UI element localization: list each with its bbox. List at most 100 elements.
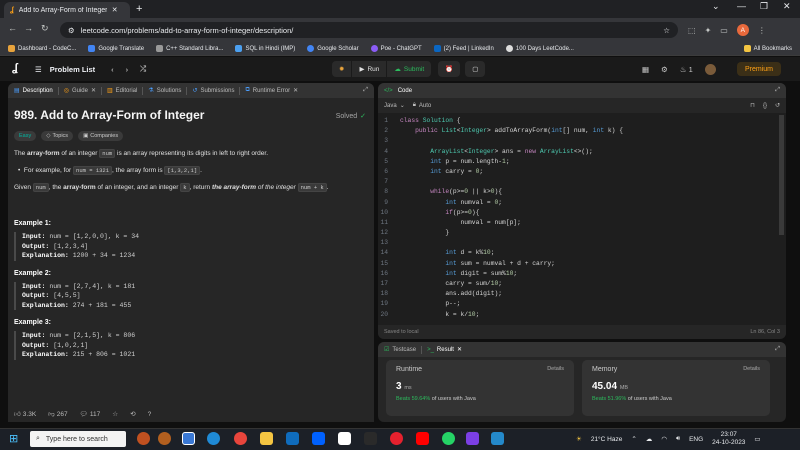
close-window-icon[interactable]: ✕ xyxy=(783,1,791,12)
dislike-button[interactable]: 👎︎ 267 xyxy=(48,410,67,419)
expand-icon[interactable]: ⤢ xyxy=(775,87,780,94)
expand-icon[interactable]: ⤢ xyxy=(775,346,780,353)
auto-toggle[interactable]: 🔒︎ Auto xyxy=(413,102,432,109)
runtime-card[interactable]: Runtime Details 3 ms Beats 59.64% of user… xyxy=(386,360,574,416)
topics-tag[interactable]: ◇ Topics xyxy=(41,131,74,141)
chevron-up-icon[interactable]: ⌃ xyxy=(631,435,636,443)
all-bookmarks[interactable]: All Bookmarks xyxy=(743,45,792,52)
bookmark-icon[interactable]: ⊓ xyxy=(750,102,755,109)
tab-result[interactable]: >_ Result ✕ xyxy=(427,346,462,354)
like-button[interactable]: 👍︎ 3.3K xyxy=(14,410,36,419)
premium-button[interactable]: Premium xyxy=(737,62,781,76)
code-editor[interactable]: 1 class Solution {2 public List<Integer> … xyxy=(378,113,786,325)
comments-button[interactable]: 💬︎ 117 xyxy=(80,410,101,419)
minimize-icon[interactable]: — xyxy=(737,1,746,11)
file-explorer-icon[interactable] xyxy=(260,432,273,445)
vscode-icon[interactable] xyxy=(491,432,504,445)
whatsapp-icon[interactable] xyxy=(442,432,455,445)
opera-icon[interactable] xyxy=(390,432,403,445)
weather-text[interactable]: 21°C Haze xyxy=(591,436,623,443)
runtime-details-link[interactable]: Details xyxy=(547,366,564,373)
profile-avatar[interactable]: A xyxy=(736,24,749,36)
share-icon[interactable]: ⟲ xyxy=(130,410,135,418)
back-icon[interactable]: ← xyxy=(8,23,17,33)
close-icon[interactable]: ✕ xyxy=(293,87,298,94)
tab-editorial[interactable]: ▥ Editorial xyxy=(107,87,137,95)
tab-solutions[interactable]: ⚗ Solutions xyxy=(148,87,181,95)
bookmark-item[interactable]: (2) Feed | LinkedIn xyxy=(433,45,494,52)
reset-icon[interactable]: ↺ xyxy=(775,102,780,109)
list-icon[interactable]: ☰ xyxy=(35,65,42,74)
shuffle-icon[interactable]: ⤮ xyxy=(140,64,146,74)
site-info-icon[interactable]: ⚙ xyxy=(68,26,75,35)
settings-icon[interactable]: ⚙ xyxy=(661,65,668,74)
run-button[interactable]: ▶ Run xyxy=(352,61,387,77)
prev-problem-icon[interactable]: ‹ xyxy=(111,65,114,74)
notifications-icon[interactable]: ▭ xyxy=(754,435,760,443)
language-indicator[interactable]: ENG xyxy=(689,436,703,443)
bookmark-item[interactable]: Poe - ChatGPT xyxy=(370,45,422,52)
braces-icon[interactable]: {} xyxy=(763,103,767,109)
reload-icon[interactable]: ↻ xyxy=(41,23,49,34)
tab-guide[interactable]: ◎ Guide ✕ xyxy=(64,87,96,95)
streak-counter[interactable]: ♨ 1 xyxy=(680,65,693,74)
app-icon[interactable] xyxy=(137,432,150,445)
extensions-puzzle-icon[interactable]: ✦ xyxy=(705,26,712,35)
new-tab-icon[interactable]: + xyxy=(136,3,142,15)
tab-runtime-error[interactable]: ⧉ Runtime Error ✕ xyxy=(245,87,298,94)
memory-card[interactable]: Memory Details 45.04 MB Beats 51.96% of u… xyxy=(582,360,770,416)
mail-icon[interactable] xyxy=(286,432,299,445)
language-select[interactable]: Java ⌄ xyxy=(384,102,405,110)
edge-icon[interactable] xyxy=(207,432,220,445)
bookmark-item[interactable]: 100 Days LeetCode... xyxy=(505,45,574,52)
tab-search-icon[interactable]: ⌄ xyxy=(712,1,720,12)
onedrive-icon[interactable]: ☁ xyxy=(646,435,653,443)
ide-icon[interactable] xyxy=(466,432,479,445)
user-avatar[interactable] xyxy=(704,63,716,75)
next-problem-icon[interactable]: › xyxy=(126,65,129,74)
extension-icon[interactable]: ⬚ xyxy=(688,26,696,35)
layout-icon[interactable]: ▦ xyxy=(642,65,649,74)
taskbar-search[interactable]: ⌕ Type here to search xyxy=(30,431,126,447)
amazon-icon[interactable] xyxy=(338,432,351,445)
app-icon[interactable] xyxy=(158,432,171,445)
bookmark-item[interactable]: Google Translate xyxy=(88,45,144,52)
chrome-icon[interactable] xyxy=(234,432,247,445)
submit-button[interactable]: ☁ Submit xyxy=(387,61,432,77)
wifi-icon[interactable]: ◠ xyxy=(661,435,667,443)
task-view-icon[interactable] xyxy=(182,432,195,445)
sidepanel-icon[interactable]: ▭ xyxy=(720,26,728,35)
debug-button[interactable]: ✹ xyxy=(332,61,352,77)
close-tab-icon[interactable]: ✕ xyxy=(112,6,118,14)
youtube-icon[interactable] xyxy=(416,432,429,445)
bookmark-item[interactable]: C++ Standard Libra... xyxy=(156,45,223,52)
expand-icon[interactable]: ⤢ xyxy=(363,87,368,94)
close-icon[interactable]: ✕ xyxy=(91,87,96,94)
tab-testcase[interactable]: ☑ Testcase xyxy=(384,346,416,354)
windows-start-icon[interactable]: ⊞ xyxy=(9,432,18,445)
forward-icon[interactable]: → xyxy=(24,23,33,33)
omnibox[interactable]: ⚙ leetcode.com/problems/add-to-array-for… xyxy=(60,22,678,38)
bookmark-star-icon[interactable]: ☆ xyxy=(663,26,670,35)
maximize-icon[interactable]: ❐ xyxy=(760,1,768,12)
problem-list-link[interactable]: Problem List xyxy=(50,65,95,74)
leetcode-logo-icon[interactable]: ʆ xyxy=(12,62,18,74)
bookmark-item[interactable]: Google Scholar xyxy=(307,45,359,52)
bookmark-item[interactable]: SQL in Hindi (IMP) xyxy=(235,45,295,52)
tab-description[interactable]: ▤ Description xyxy=(14,87,53,95)
app-icon[interactable] xyxy=(364,432,377,445)
notes-button[interactable]: ▢ xyxy=(465,61,486,77)
tab-submissions[interactable]: ↺ Submissions xyxy=(192,87,234,95)
code-tab[interactable]: Code xyxy=(398,88,412,94)
browser-tab[interactable]: ʆ Add to Array-Form of Integer - L ✕ xyxy=(4,2,130,18)
difficulty-badge[interactable]: Easy xyxy=(14,131,37,141)
dropbox-icon[interactable] xyxy=(312,432,325,445)
clock[interactable]: 23:07 24-10-2023 xyxy=(712,431,745,447)
editor-scrollbar[interactable] xyxy=(779,115,784,235)
star-icon[interactable]: ☆ xyxy=(112,410,118,418)
timer-button[interactable]: ⏰ xyxy=(438,61,461,77)
help-icon[interactable]: ? xyxy=(148,411,152,418)
bookmark-item[interactable]: Dashboard - CodeC... xyxy=(8,45,76,52)
url-text[interactable]: leetcode.com/problems/add-to-array-form-… xyxy=(81,26,294,35)
companies-tag[interactable]: ▣ Companies xyxy=(78,131,124,141)
